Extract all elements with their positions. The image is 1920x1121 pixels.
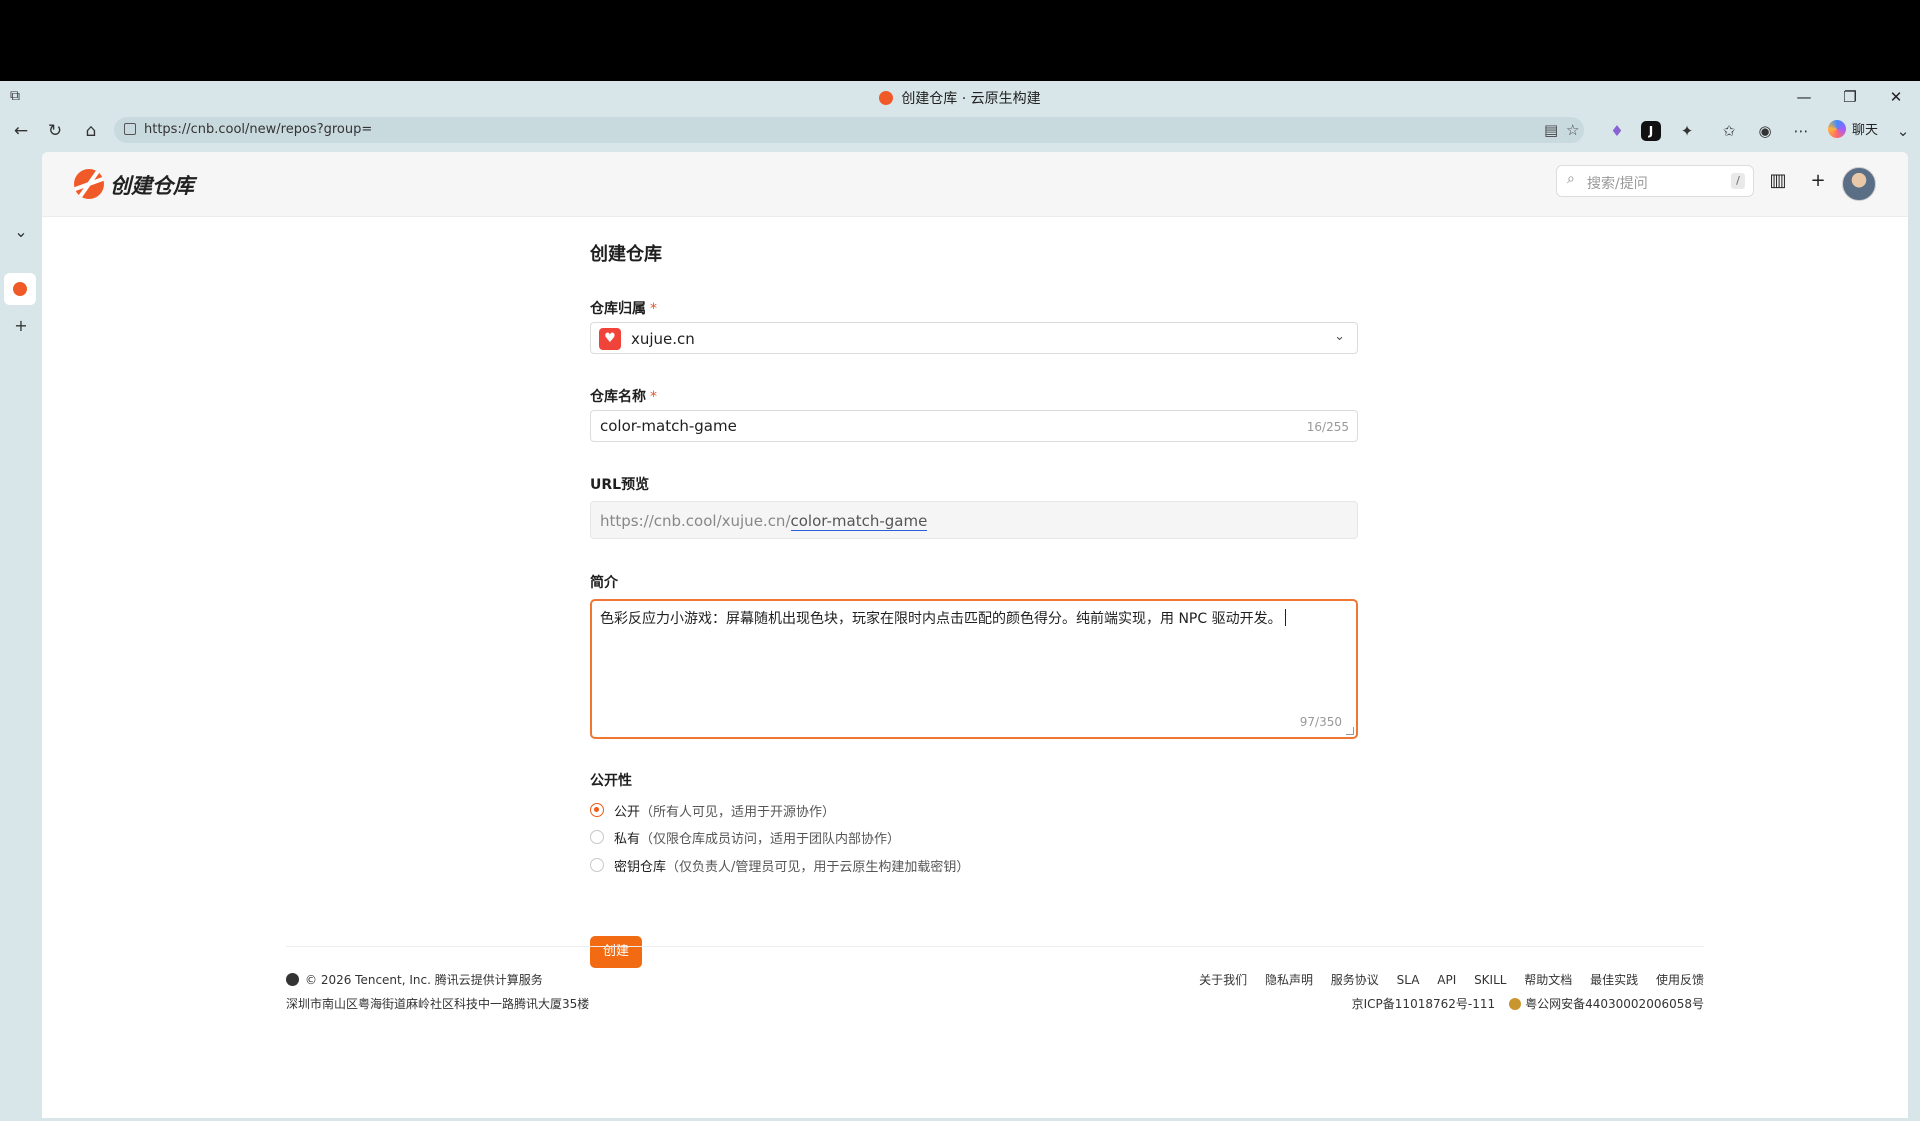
footer: © 2026 Tencent, Inc. 腾讯云提供计算服务 深圳市南山区粤海街… [286,946,1704,1011]
back-icon[interactable]: ← [8,119,34,143]
url-preview-label: URL预览 [590,477,650,493]
new-tab-icon[interactable]: + [8,313,34,339]
page-title: 创建仓库 [590,244,662,265]
chevron-down-icon: ⌄ [1334,329,1345,344]
police-badge-icon [1509,998,1522,1010]
repo-name-counter: 16/255 [1306,420,1349,434]
reader-mode-icon[interactable]: ▤ [1544,121,1558,139]
search-placeholder: 搜索/提问 [1587,176,1648,192]
footer-links: 关于我们 隐私声明 服务协议 SLA API SKILL 帮助文档 最佳实践 使… [1185,971,1704,988]
add-icon[interactable]: + [1806,169,1830,193]
refresh-icon[interactable]: ↻ [42,119,68,143]
extension-app-icon[interactable]: J [1641,121,1661,141]
lock-icon [124,123,136,135]
visibility-secret-label: 密钥仓库（仅负责人/管理员可见，用于云原生构建加载密钥） [614,860,970,875]
owner-label: 仓库归属 * [590,301,657,317]
url-preview-base: https://cnb.cool/xujue.cn/ [600,512,791,530]
more-options-icon[interactable]: ⋯ [1790,120,1812,142]
footer-link-help[interactable]: 帮助文档 [1524,973,1572,987]
radio-public[interactable] [590,803,604,817]
search-input[interactable]: ⌕ 搜索/提问 / [1556,165,1754,197]
title-bar: ⧉ 创建仓库 · 云原生构建 — ❐ ✕ [0,81,1920,113]
radio-private[interactable] [590,830,604,844]
chat-button[interactable]: 聊天 [1828,119,1902,143]
repo-name-value: color-match-game [600,417,737,435]
radio-secret[interactable] [590,858,604,872]
vertical-tab-strip: ⌄ + [0,149,42,1121]
footer-link-sla[interactable]: SLA [1397,973,1420,987]
window-title-text: 创建仓库 · 云原生构建 [901,91,1041,107]
description-counter: 97/350 [1299,715,1342,729]
browser-window: ⧉ 创建仓库 · 云原生构建 — ❐ ✕ ← ↻ ⌂ https://cnb.c… [0,81,1920,1121]
owner-value: xujue.cn [631,330,695,348]
visibility-private-label: 私有（仅限仓库成员访问，适用于团队内部协作） [614,832,901,847]
profile-icon[interactable]: ◉ [1754,120,1776,142]
close-icon[interactable]: ✕ [1874,85,1918,109]
footer-link-skill[interactable]: SKILL [1474,973,1506,987]
avatar[interactable] [1842,167,1876,201]
resize-handle-icon[interactable] [1346,727,1354,735]
visibility-label: 公开性 [590,773,632,789]
chat-button-label: 聊天 [1852,123,1879,138]
header-title: 创建仓库 [110,174,194,198]
required-mark: * [650,389,657,405]
footer-address: 深圳市南山区粤海街道麻岭社区科技中一路腾讯大厦35楼 [286,997,590,1011]
required-mark: * [650,301,657,317]
text-caret [1284,609,1286,626]
url-text: https://cnb.cool/new/repos?group= [144,122,373,137]
tab-favicon-icon [879,91,894,105]
description-text: 色彩反应力小游戏：屏幕随机出现色块，玩家在限时内点击匹配的颜色得分。纯前端实现，… [600,608,1286,628]
favorites-icon[interactable]: ✩ [1718,120,1740,142]
description-value: 色彩反应力小游戏：屏幕随机出现色块，玩家在限时内点击匹配的颜色得分。纯前端实现，… [600,611,1282,627]
home-icon[interactable]: ⌂ [78,119,104,143]
copilot-icon [1828,120,1846,138]
footer-icp[interactable]: 京ICP备11018762号-111 [1352,997,1495,1011]
page-content: 创建仓库 ⌕ 搜索/提问 / ▥ + 创建仓库 仓库归属 * ♥ xujue.cn… [42,152,1908,1118]
repo-name-input[interactable]: color-match-game 16/255 [590,410,1358,442]
cnb-logo-icon[interactable] [74,169,104,199]
footer-registration: 京ICP备11018762号-111 粤公网安备44030002006058号 [1352,995,1704,1012]
visibility-public-label: 公开（所有人可见，适用于开源协作） [614,805,836,820]
chevron-down-icon[interactable]: ⌄ [8,219,34,245]
minimize-icon[interactable]: — [1782,85,1826,109]
footer-link-privacy[interactable]: 隐私声明 [1265,973,1313,987]
footer-link-feedback[interactable]: 使用反馈 [1656,973,1704,987]
url-preview-text: https://cnb.cool/xujue.cn/color-match-ga… [600,512,928,531]
owner-avatar-icon: ♥ [599,328,621,350]
url-field[interactable]: https://cnb.cool/new/repos?group= ▤ ☆ [114,117,1584,143]
search-icon: ⌕ [1567,171,1575,187]
ranking-icon[interactable]: ▥ [1766,169,1790,193]
footer-link-terms[interactable]: 服务协议 [1331,973,1379,987]
create-button[interactable]: 创建 [590,936,642,968]
description-label: 简介 [590,575,618,591]
footer-copyright: © 2026 Tencent, Inc. 腾讯云提供计算服务 [286,971,543,988]
extension-drop-icon[interactable]: ♦ [1606,120,1628,142]
footer-link-api[interactable]: API [1437,973,1456,987]
footer-logo-icon [286,973,299,986]
url-preview-slug: color-match-game [790,512,928,531]
footer-link-best-practice[interactable]: 最佳实践 [1590,973,1638,987]
description-textarea[interactable]: 色彩反应力小游戏：屏幕随机出现色块，玩家在限时内点击匹配的颜色得分。纯前端实现，… [590,599,1358,739]
app-header: 创建仓库 ⌕ 搜索/提问 / ▥ + [42,152,1908,217]
chevron-down-icon[interactable]: ⌄ [1892,120,1914,142]
footer-link-about[interactable]: 关于我们 [1199,973,1247,987]
owner-select[interactable]: ♥ xujue.cn ⌄ [590,322,1358,354]
url-preview-box: https://cnb.cool/xujue.cn/color-match-ga… [590,501,1358,539]
name-label: 仓库名称 * [590,389,657,405]
address-bar: ← ↻ ⌂ https://cnb.cool/new/repos?group= … [0,113,1920,149]
screen-top-bar [0,0,1920,81]
extensions-puzzle-icon[interactable]: ✦ [1676,120,1698,142]
footer-police[interactable]: 粤公网安备44030002006058号 [1525,997,1704,1011]
window-title: 创建仓库 · 云原生构建 [0,88,1920,108]
restore-icon[interactable]: ❐ [1828,85,1872,109]
favorite-star-icon[interactable]: ☆ [1566,121,1579,139]
tab-favicon-icon [13,282,27,296]
active-tab[interactable] [4,273,36,305]
search-shortcut-key: / [1731,173,1745,189]
